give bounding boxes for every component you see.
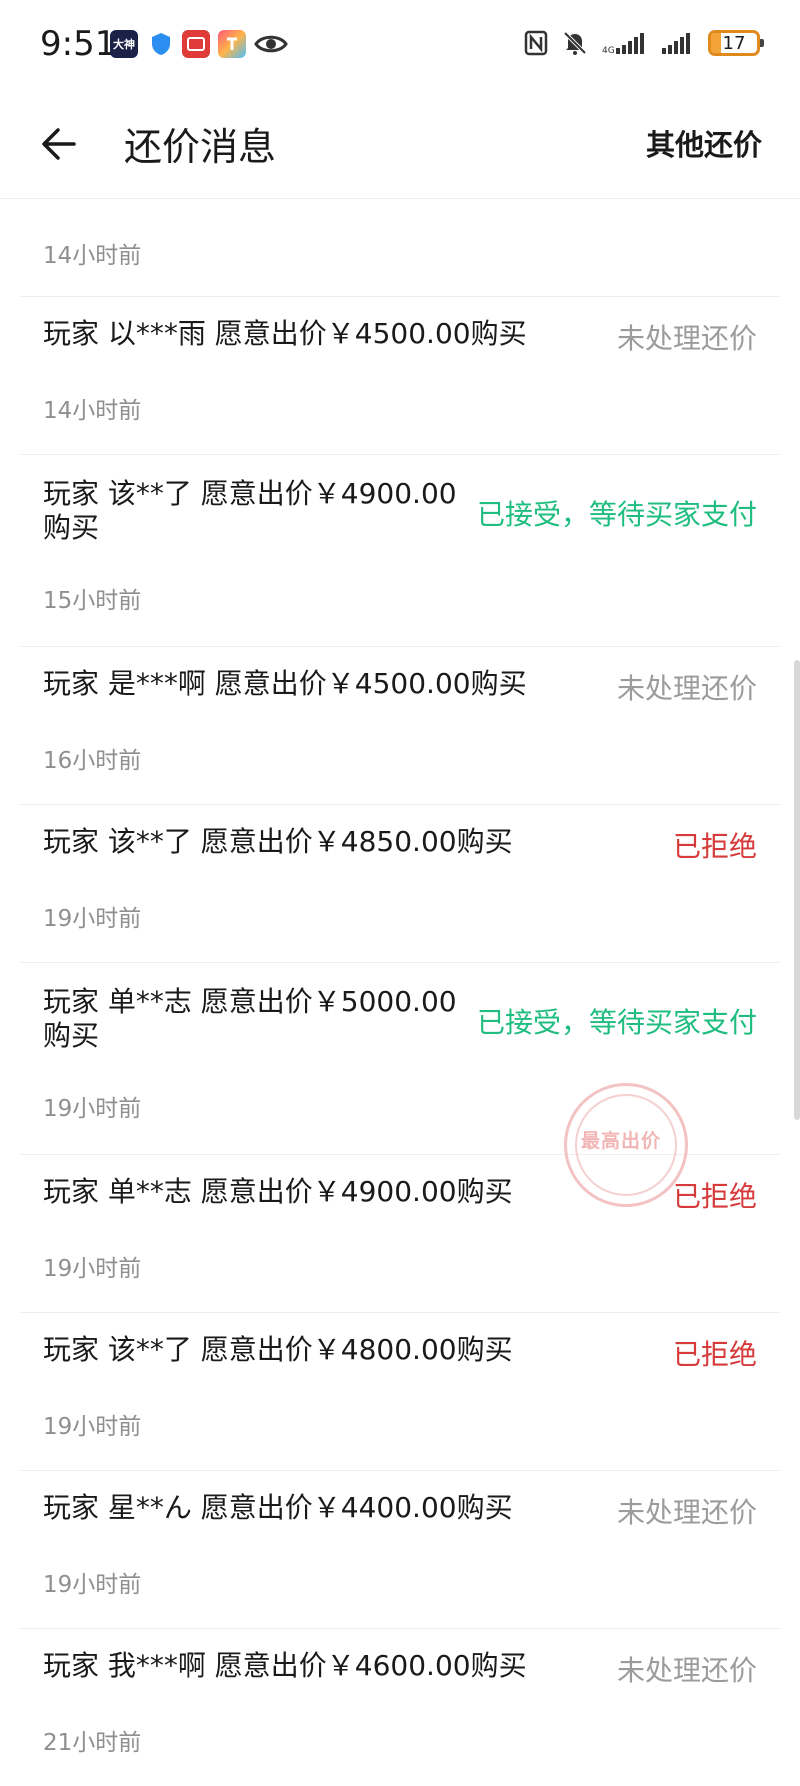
offer-time: 21小时前 — [43, 1730, 142, 1756]
scrollbar[interactable] — [794, 660, 800, 1120]
status-bar: 9:51 大神 4G 17 — [0, 0, 800, 92]
back-arrow-icon[interactable] — [40, 122, 80, 166]
signal-icon-2 — [662, 33, 690, 54]
offer-text: 玩家 单**志 愿意出价￥4900.00购买 — [43, 1175, 513, 1208]
list-item-partial: 14小时前 — [20, 200, 780, 297]
page-title: 还价消息 — [124, 125, 277, 169]
offer-text: 玩家 是***啊 愿意出价￥4500.00购买 — [43, 667, 527, 700]
list-item[interactable]: 玩家 星**ん 愿意出价￥4400.00购买 未处理还价 19小时前 — [20, 1471, 780, 1629]
list-item[interactable]: 玩家 我***啊 愿意出价￥4600.00购买 未处理还价 21小时前 — [20, 1629, 780, 1786]
list-item[interactable]: 玩家 该**了 愿意出价￥4850.00购买 已拒绝 19小时前 — [20, 805, 780, 963]
offer-time: 19小时前 — [43, 1256, 142, 1282]
status-time: 9:51 — [40, 24, 117, 64]
offer-time: 19小时前 — [43, 906, 142, 932]
offer-list: 14小时前 玩家 以***雨 愿意出价￥4500.00购买 未处理还价 14小时… — [20, 200, 780, 1786]
list-item[interactable]: 玩家 以***雨 愿意出价￥4500.00购买 未处理还价 14小时前 — [20, 297, 780, 455]
nfc-icon — [524, 30, 548, 56]
offer-text: 玩家 我***啊 愿意出价￥4600.00购买 — [43, 1649, 527, 1682]
offer-time: 14小时前 — [43, 243, 142, 269]
status-right-icons: 4G 17 — [524, 30, 764, 56]
colorful-app-icon — [218, 30, 246, 58]
list-item[interactable]: 玩家 该**了 愿意出价￥4900.00购买 已接受，等待买家支付 15小时前 — [20, 455, 780, 647]
offer-text: 玩家 该**了 愿意出价￥4800.00购买 — [43, 1333, 513, 1366]
offer-status: 已拒绝 — [672, 1180, 757, 1213]
offer-status: 已拒绝 — [672, 830, 757, 863]
offer-text: 玩家 该**了 愿意出价￥4850.00购买 — [43, 825, 513, 858]
offer-status: 已拒绝 — [672, 1338, 757, 1371]
offer-status: 已接受，等待买家支付 — [476, 498, 757, 531]
offer-text: 玩家 以***雨 愿意出价￥4500.00购买 — [43, 317, 527, 350]
dashen-app-icon: 大神 — [110, 30, 138, 58]
app-header: 还价消息 其他还价 — [0, 92, 800, 199]
svg-text:4G: 4G — [602, 46, 615, 55]
offer-time: 15小时前 — [43, 588, 142, 614]
offer-time: 19小时前 — [43, 1414, 142, 1440]
offer-time: 16小时前 — [43, 748, 142, 774]
offer-status: 已接受，等待买家支付 — [476, 1006, 757, 1039]
battery-icon: 17 — [708, 30, 764, 56]
list-item[interactable]: 玩家 该**了 愿意出价￥4800.00购买 已拒绝 19小时前 — [20, 1313, 780, 1471]
offer-status: 未处理还价 — [616, 322, 757, 355]
list-item[interactable]: 玩家 是***啊 愿意出价￥4500.00购买 未处理还价 16小时前 — [20, 647, 780, 805]
shield-icon — [147, 30, 175, 58]
offer-status: 未处理还价 — [616, 672, 757, 705]
offer-status: 未处理还价 — [616, 1496, 757, 1529]
offer-time: 19小时前 — [43, 1096, 142, 1122]
offer-text: 玩家 单**志 愿意出价￥5000.00购买 — [43, 985, 457, 1052]
offer-text: 玩家 该**了 愿意出价￥4900.00购买 — [43, 477, 457, 544]
signal-icon-1: 4G — [602, 33, 644, 55]
offer-time: 14小时前 — [43, 398, 142, 424]
list-item[interactable]: 最高出价 玩家 单**志 愿意出价￥4900.00购买 已拒绝 19小时前 — [20, 1083, 780, 1313]
other-offers-button[interactable]: 其他还价 — [646, 122, 762, 164]
offer-status: 未处理还价 — [616, 1654, 757, 1687]
highest-offer-stamp: 最高出价 — [564, 1083, 688, 1207]
offer-time: 19小时前 — [43, 1572, 142, 1598]
eye-icon — [254, 30, 288, 58]
red-app-icon — [182, 30, 210, 58]
offer-text: 玩家 星**ん 愿意出价￥4400.00购买 — [43, 1491, 513, 1524]
bell-muted-icon — [563, 31, 587, 55]
